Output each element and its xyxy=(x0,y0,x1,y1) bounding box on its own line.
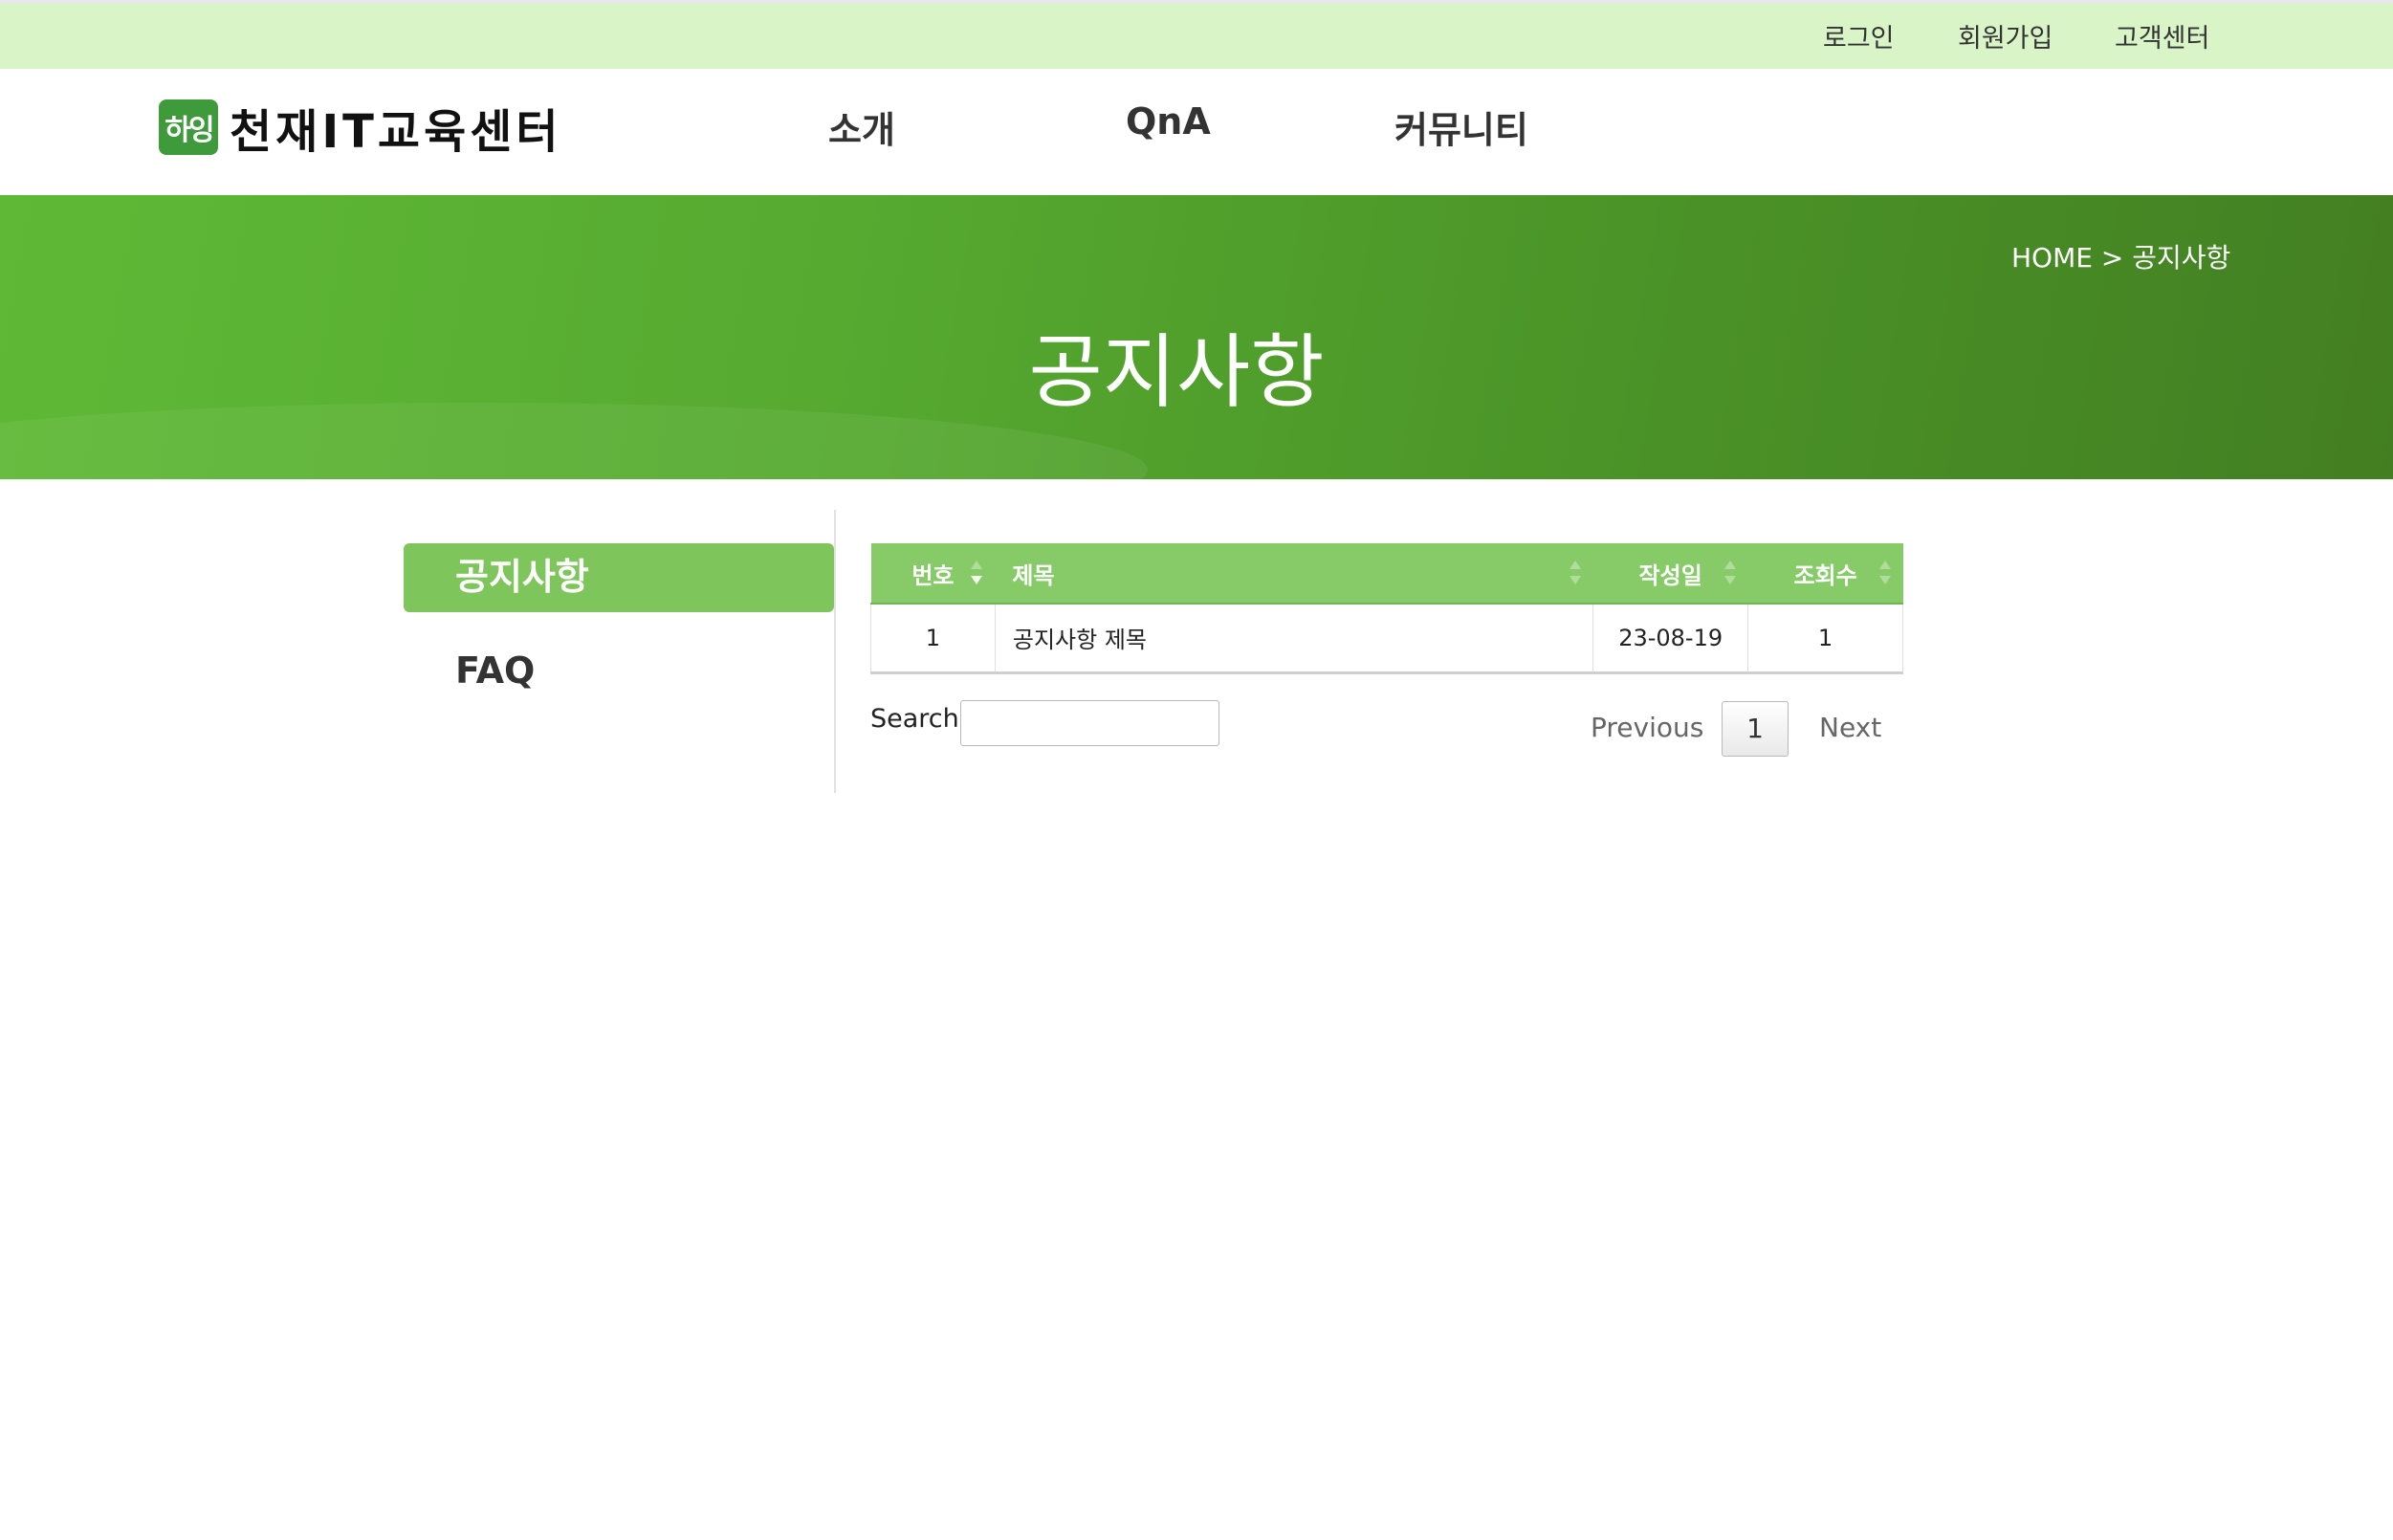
table-row[interactable]: 1 공지사항 제목 23-08-19 1 xyxy=(870,604,1903,674)
breadcrumb: HOME > 공지사항 xyxy=(2011,242,2231,274)
column-header-label: 조회수 xyxy=(1793,561,1857,589)
cell-number: 1 xyxy=(870,604,996,674)
top-utility-bar: 로그인 회원가입 고객센터 xyxy=(0,0,2393,69)
side-menu-divider xyxy=(834,510,836,793)
column-header-number[interactable]: 번호 xyxy=(870,543,996,605)
logo-mark-text: 하잉 xyxy=(165,114,214,147)
cell-date: 23-08-19 xyxy=(1592,604,1748,674)
logo-text: 천재IT교육센터 xyxy=(230,105,562,159)
customer-center-link[interactable]: 고객센터 xyxy=(2115,17,2209,55)
pagination-previous-button[interactable]: Previous xyxy=(1591,712,1703,743)
page-title: 공지사항 xyxy=(1028,325,1325,419)
pagination-page-button[interactable]: 1 xyxy=(1722,701,1789,757)
signup-link[interactable]: 회원가입 xyxy=(1958,17,2053,55)
nav-item-community[interactable]: 커뮤니티 xyxy=(1394,100,1528,153)
table-header-row: 번호 제목 작성일 조회수 xyxy=(870,543,1903,605)
search-label: Search: xyxy=(870,704,968,734)
pagination-next-button[interactable]: Next xyxy=(1819,712,1881,743)
nav-item-about[interactable]: 소개 xyxy=(828,100,895,153)
sort-desc-icon xyxy=(970,559,983,589)
column-header-label: 번호 xyxy=(911,561,955,589)
sort-icon xyxy=(1878,559,1892,589)
site-logo[interactable]: 하잉 천재IT교육센터 xyxy=(159,98,562,159)
sort-icon xyxy=(1569,559,1582,589)
search-input[interactable] xyxy=(960,700,1219,746)
side-menu-item-notice[interactable]: 공지사항 xyxy=(404,543,834,612)
side-menu-item-faq[interactable]: FAQ xyxy=(404,637,834,706)
site-header: 하잉 천재IT교육센터 소개 QnA 커뮤니티 xyxy=(0,69,2393,195)
logo-mark-icon: 하잉 xyxy=(159,99,218,155)
cell-title[interactable]: 공지사항 제목 xyxy=(994,604,1593,674)
column-header-label: 제목 xyxy=(1012,561,1055,589)
column-header-label: 작성일 xyxy=(1638,561,1702,589)
sort-icon xyxy=(1723,559,1737,589)
page-banner: HOME > 공지사항 공지사항 xyxy=(0,195,2393,479)
nav-item-qna[interactable]: QnA xyxy=(1126,100,1211,143)
notice-table: 번호 제목 작성일 조회수 1 공지사항 제목 23-08-19 1 xyxy=(870,543,1903,674)
column-header-date[interactable]: 작성일 xyxy=(1592,543,1748,605)
column-header-views[interactable]: 조회수 xyxy=(1747,543,1903,605)
column-header-title[interactable]: 제목 xyxy=(995,543,1593,605)
cell-views: 1 xyxy=(1747,604,1903,674)
login-link[interactable]: 로그인 xyxy=(1823,17,1895,55)
